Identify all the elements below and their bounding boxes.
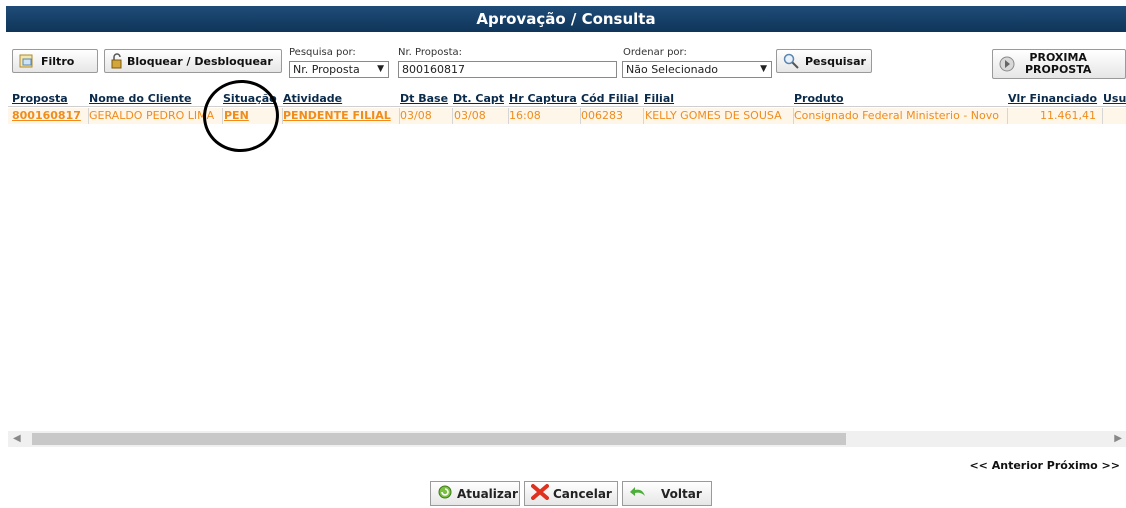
- cell-dt-capt: 03/08: [454, 109, 486, 122]
- cell-vlr-financiado: 11.461,41: [1040, 109, 1096, 122]
- pesquisar-button[interactable]: Pesquisar: [776, 49, 872, 73]
- pager-links[interactable]: << Anterior Próximo >>: [969, 459, 1120, 472]
- nr-proposta-label: Nr. Proposta:: [398, 47, 462, 58]
- pesquisar-label: Pesquisar: [805, 54, 866, 68]
- search-icon: [783, 53, 799, 69]
- scroll-right-icon[interactable]: ▶: [1114, 433, 1122, 444]
- col-sep: [282, 108, 283, 124]
- atualizar-button[interactable]: Atualizar: [430, 481, 520, 506]
- filtro-label: Filtro: [41, 54, 75, 68]
- col-cod-filial[interactable]: Cód Filial: [581, 92, 638, 105]
- cell-cod-filial: 006283: [581, 109, 623, 122]
- cell-nome-cliente: GERALDO PEDRO LIMA: [89, 109, 215, 122]
- col-proposta[interactable]: Proposta: [12, 92, 68, 105]
- header-divider: [8, 106, 1126, 107]
- next-circle-icon: [999, 56, 1015, 72]
- col-nome-cliente[interactable]: Nome do Cliente: [89, 92, 191, 105]
- col-sep: [793, 108, 794, 124]
- cell-filial: KELLY GOMES DE SOUSA: [645, 109, 782, 122]
- col-sep: [580, 108, 581, 124]
- close-icon: [531, 484, 549, 503]
- col-sep: [1007, 108, 1008, 124]
- bloquear-button[interactable]: Bloquear / Desbloquear: [104, 49, 282, 73]
- horizontal-scrollbar[interactable]: ◀ ▶: [8, 431, 1126, 447]
- proxima-proposta-label: PROXIMA PROPOSTA: [1025, 52, 1091, 76]
- col-vlr-financiado[interactable]: Vlr Financiado: [1008, 92, 1097, 105]
- annotation-circle: [198, 75, 284, 157]
- filtro-button[interactable]: Filtro: [12, 49, 98, 73]
- pesquisa-por-select[interactable]: Nr. Proposta: [289, 61, 389, 78]
- col-sep: [399, 108, 400, 124]
- cancelar-button[interactable]: Cancelar: [524, 481, 618, 506]
- ordenar-por-select[interactable]: Não Selecionado: [622, 61, 772, 78]
- table-row[interactable]: 800160817 GERALDO PEDRO LIMA PEN PENDENT…: [8, 108, 1126, 124]
- col-sep: [508, 108, 509, 124]
- bloquear-label: Bloquear / Desbloquear: [127, 54, 273, 68]
- voltar-label: Voltar: [661, 486, 702, 501]
- col-sep: [88, 108, 89, 124]
- cell-dt-base: 03/08: [400, 109, 432, 122]
- col-sep: [452, 108, 453, 124]
- proxima-line-2: PROPOSTA: [1025, 63, 1092, 76]
- ordenar-por-label: Ordenar por:: [623, 47, 687, 58]
- scrollbar-thumb[interactable]: [32, 433, 846, 445]
- cell-atividade[interactable]: PENDENTE FILIAL: [283, 109, 391, 122]
- ordenar-por-value: Não Selecionado: [626, 63, 719, 76]
- scroll-left-icon[interactable]: ◀: [13, 433, 21, 444]
- window-title: Aprovação / Consulta: [6, 6, 1126, 32]
- col-dt-base[interactable]: Dt Base: [400, 92, 448, 105]
- col-sep: [643, 108, 644, 124]
- pesquisa-por-label: Pesquisa por:: [289, 47, 356, 58]
- cancelar-label: Cancelar: [553, 486, 612, 501]
- col-filial[interactable]: Filial: [644, 92, 674, 105]
- cell-hr-captura: 16:08: [509, 109, 541, 122]
- atualizar-label: Atualizar: [457, 486, 518, 501]
- col-sep: [1102, 108, 1103, 124]
- col-produto[interactable]: Produto: [794, 92, 844, 105]
- voltar-button[interactable]: Voltar: [622, 481, 712, 506]
- col-dt-capt[interactable]: Dt. Capt: [453, 92, 504, 105]
- cell-proposta[interactable]: 800160817: [12, 109, 81, 122]
- proxima-proposta-button[interactable]: PROXIMA PROPOSTA: [992, 49, 1126, 79]
- lock-icon: [109, 53, 125, 69]
- refresh-icon: [437, 484, 453, 503]
- nr-proposta-input[interactable]: 800160817: [398, 61, 617, 78]
- nr-proposta-value: 800160817: [402, 63, 465, 76]
- cell-produto: Consignado Federal Ministerio - Novo: [794, 109, 999, 122]
- back-arrow-icon: [629, 484, 647, 503]
- col-usuario[interactable]: Usu: [1103, 92, 1126, 105]
- pesquisa-por-value: Nr. Proposta: [293, 63, 360, 76]
- col-hr-captura[interactable]: Hr Captura: [509, 92, 577, 105]
- col-atividade[interactable]: Atividade: [283, 92, 342, 105]
- filter-icon: [19, 53, 35, 69]
